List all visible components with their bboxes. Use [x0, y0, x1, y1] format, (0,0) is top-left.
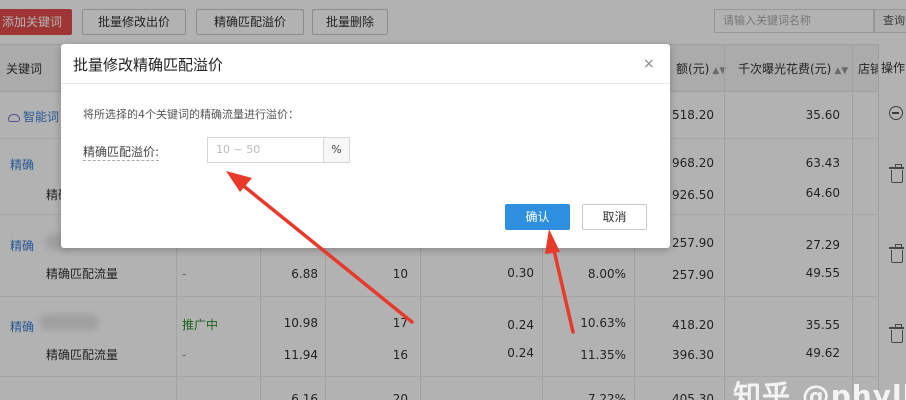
arrow-to-input [226, 171, 414, 324]
arrow-to-confirm [545, 229, 575, 334]
annotation-arrows [226, 171, 575, 334]
watermark: 知乎 @phyll [733, 379, 906, 400]
